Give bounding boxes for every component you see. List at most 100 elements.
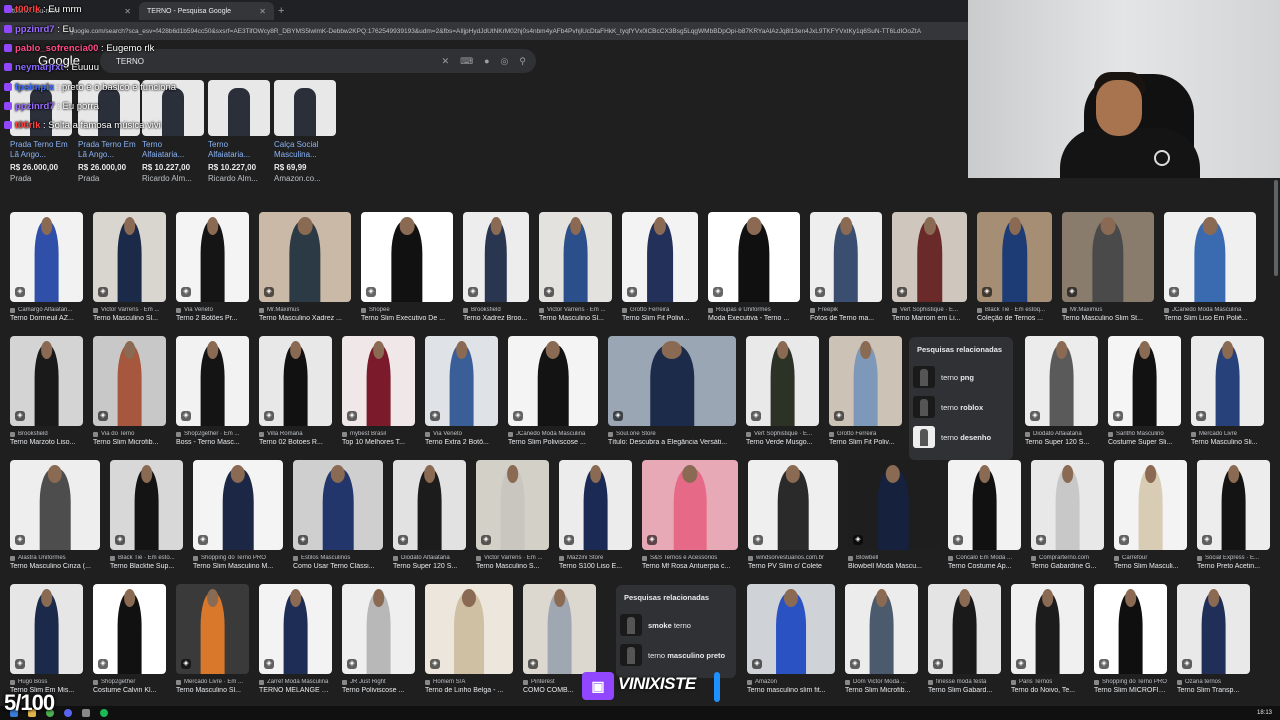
result-title[interactable]: Terno Masculino Cinza (... <box>10 563 100 570</box>
result-title[interactable]: Terno Slim Fit Poliv... <box>829 439 902 446</box>
result-source[interactable]: JCanedo Moda Masculina <box>1164 307 1256 313</box>
image-result[interactable]: ◈ Amazon Terno masculino slim fit... <box>747 584 835 694</box>
visual-match-icon[interactable]: ◈ <box>15 535 25 545</box>
image-result[interactable]: ◈ Soul.one Store Título: Descubra a Eleg… <box>608 336 736 446</box>
result-source[interactable]: Shop2gether · Em ... <box>176 431 249 437</box>
result-source[interactable]: Carrefour <box>1114 555 1187 561</box>
visual-match-icon[interactable]: ◈ <box>398 535 408 545</box>
image-result[interactable]: ◈ Shop2gether Costume Calvin Kl... <box>93 584 166 694</box>
result-title[interactable]: Costume Calvin Kl... <box>93 687 166 694</box>
result-source[interactable]: JR Just Right <box>342 679 415 685</box>
visual-match-icon[interactable]: ◈ <box>430 411 440 421</box>
image-result[interactable]: ◈ Paris Ternos Terno do Noivo, Te... <box>1011 584 1084 694</box>
visual-match-icon[interactable]: ◈ <box>613 411 623 421</box>
related-item[interactable]: terno masculino preto <box>620 640 732 670</box>
visual-match-icon[interactable]: ◈ <box>1202 535 1212 545</box>
result-source[interactable]: S&S Ternos e Acessórios <box>642 555 738 561</box>
result-source[interactable]: Dom Victor Moda ... <box>845 679 918 685</box>
visual-match-icon[interactable]: ◈ <box>1030 411 1040 421</box>
result-title[interactable]: Terno Slim Masculi... <box>1114 563 1187 570</box>
result-title[interactable]: Terno Slim Gabard... <box>928 687 1001 694</box>
result-title[interactable]: Boss - Terno Masc... <box>176 439 249 446</box>
image-result[interactable]: ◈ finesse moda festa Terno Slim Gabard..… <box>928 584 1001 694</box>
result-source[interactable]: Zarref Moda Masculina <box>259 679 332 685</box>
result-title[interactable]: Moda Executiva - Terno ... <box>708 315 800 322</box>
visual-match-icon[interactable]: ◈ <box>347 659 357 669</box>
result-title[interactable]: Top 10 Melhores T... <box>342 439 415 446</box>
result-title[interactable]: Terno Masculino Sl... <box>176 687 249 694</box>
visual-match-icon[interactable]: ◈ <box>564 535 574 545</box>
spotify-icon[interactable] <box>100 709 108 717</box>
image-result[interactable]: ◈ Diodato Alfaiataria Terno Super 120 S.… <box>1025 336 1098 446</box>
result-title[interactable]: Terno 2 Botões Pr... <box>176 315 249 322</box>
visual-match-icon[interactable]: ◈ <box>834 411 844 421</box>
result-title[interactable]: Blowbell Moda Mascu... <box>848 563 938 570</box>
visual-match-icon[interactable]: ◈ <box>1099 659 1109 669</box>
scrollbar[interactable] <box>1272 178 1280 706</box>
result-thumbnail[interactable]: ◈ <box>93 212 166 302</box>
visual-match-icon[interactable]: ◈ <box>181 411 191 421</box>
result-title[interactable]: Terno Marzoto Liso... <box>10 439 83 446</box>
related-item[interactable]: smoke terno <box>620 610 732 640</box>
shopping-card[interactable]: Terno Alfaiataria... R$ 10.227,00 Ricard… <box>208 80 270 190</box>
result-thumbnail[interactable]: ◈ <box>928 584 1001 674</box>
result-source[interactable]: Amazon <box>747 679 835 685</box>
result-thumbnail[interactable]: ◈ <box>193 460 283 550</box>
close-icon[interactable]: ✕ <box>442 56 450 67</box>
result-source[interactable]: Victor Varrens · Em ... <box>476 555 549 561</box>
visual-match-icon[interactable]: ◈ <box>513 411 523 421</box>
visual-match-icon[interactable]: ◈ <box>264 411 274 421</box>
result-thumbnail[interactable]: ◈ <box>1031 460 1104 550</box>
discord-icon[interactable] <box>64 709 72 717</box>
result-thumbnail[interactable]: ◈ <box>1108 336 1181 426</box>
visual-match-icon[interactable]: ◈ <box>264 287 274 297</box>
result-thumbnail[interactable]: ◈ <box>848 460 938 550</box>
result-thumbnail[interactable]: ◈ <box>810 212 882 302</box>
result-title[interactable]: Terno Marrom em Li... <box>892 315 967 322</box>
image-result[interactable]: ◈ Brooksfield Terno Marzoto Liso... <box>10 336 83 446</box>
visual-match-icon[interactable]: ◈ <box>181 287 191 297</box>
result-source[interactable]: Blowbell <box>848 555 938 561</box>
result-source[interactable]: Black Tie · Em esto... <box>110 555 183 561</box>
image-result[interactable]: ◈ Freepik Fotos de Terno ma... <box>810 212 882 322</box>
visual-match-icon[interactable]: ◈ <box>627 287 637 297</box>
result-source[interactable]: Hugo Boss <box>10 679 83 685</box>
result-source[interactable]: Vert Sophistiqué · E... <box>746 431 819 437</box>
product-title[interactable]: Terno Alfaiataria... <box>142 140 204 160</box>
result-title[interactable]: Terno Super 120 S... <box>393 563 466 570</box>
result-thumbnail[interactable]: ◈ <box>508 336 598 426</box>
result-thumbnail[interactable]: ◈ <box>977 212 1052 302</box>
result-title[interactable]: Terno Mf Rosa Antuerpia c... <box>642 563 738 570</box>
image-result[interactable]: ◈ Mercado Livre · Em ... Terno Masculino… <box>176 584 249 694</box>
visual-match-icon[interactable]: ◈ <box>1182 659 1192 669</box>
visual-match-icon[interactable]: ◈ <box>366 287 376 297</box>
result-thumbnail[interactable]: ◈ <box>176 336 249 426</box>
product-title[interactable]: Calça Social Masculina... <box>274 140 336 160</box>
image-result[interactable]: ◈ Via Veneto Terno 2 Botões Pr... <box>176 212 249 322</box>
result-title[interactable]: TERNO MELANGE SLI... <box>259 687 332 694</box>
result-source[interactable]: finesse moda festa <box>928 679 1001 685</box>
result-thumbnail[interactable]: ◈ <box>342 584 415 674</box>
result-thumbnail[interactable]: ◈ <box>642 460 738 550</box>
result-title[interactable]: Terno Slim Transp... <box>1177 687 1250 694</box>
result-thumbnail[interactable]: ◈ <box>1114 460 1187 550</box>
image-result[interactable]: ◈ Via Veneto Terno Extra 2 Botõ... <box>425 336 498 446</box>
result-thumbnail[interactable]: ◈ <box>1011 584 1084 674</box>
visual-match-icon[interactable]: ◈ <box>753 535 763 545</box>
keyboard-icon[interactable]: ⌨ <box>460 56 473 67</box>
result-source[interactable]: Villa Romana <box>259 431 332 437</box>
result-title[interactable]: Terno Super 120 S... <box>1025 439 1098 446</box>
result-source[interactable]: Concalo Em Moda ... <box>948 555 1021 561</box>
image-result[interactable]: ◈ Black Tie · Em esto... Terno Blacktie … <box>110 460 183 570</box>
result-thumbnail[interactable]: ◈ <box>361 212 453 302</box>
visual-match-icon[interactable]: ◈ <box>853 535 863 545</box>
result-title[interactable]: Título: Descubra a Elegância Versáti... <box>608 439 736 446</box>
visual-match-icon[interactable]: ◈ <box>1067 287 1077 297</box>
result-title[interactable]: Terno do Noivo, Te... <box>1011 687 1084 694</box>
visual-match-icon[interactable]: ◈ <box>98 659 108 669</box>
result-thumbnail[interactable]: ◈ <box>539 212 612 302</box>
image-result[interactable]: ◈ Villa Romana Terno 02 Botoes R... <box>259 336 332 446</box>
image-result[interactable]: ◈ Estilos Masculinos Como Usar Terno Clá… <box>293 460 383 570</box>
result-source[interactable]: Comprarterno.com <box>1031 555 1104 561</box>
chat-username[interactable]: ppzinrd7 <box>15 24 55 35</box>
